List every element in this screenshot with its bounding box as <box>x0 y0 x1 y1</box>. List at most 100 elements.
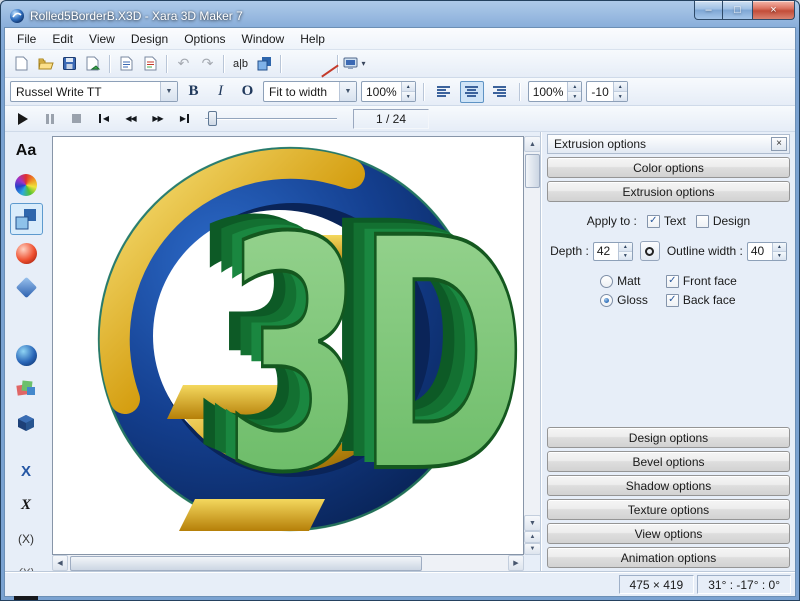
menu-item-options[interactable]: Options <box>176 29 233 49</box>
style-preset-2[interactable]: X <box>10 489 43 521</box>
stop-button[interactable] <box>64 109 89 129</box>
first-frame-button[interactable]: ◀ <box>91 109 116 129</box>
scroll-up-button[interactable]: ▲ <box>524 136 541 152</box>
depth-spinner[interactable]: 42 ▲ ▼ <box>593 242 633 261</box>
spin-up-button[interactable]: ▲ <box>568 82 581 91</box>
menu-item-help[interactable]: Help <box>292 29 333 49</box>
spin-down-button[interactable]: ▼ <box>773 251 786 260</box>
previous-frame-button[interactable]: ◀◀ <box>118 109 143 129</box>
frame-slider-thumb[interactable] <box>208 111 217 126</box>
extrusion-options-button[interactable]: Extrusion options <box>547 181 790 202</box>
align-center-button[interactable] <box>460 81 484 103</box>
font-family-select[interactable]: Russel Write TT ▼ <box>10 81 178 102</box>
tool-bevel-options[interactable] <box>10 237 43 269</box>
tool-texture-options[interactable] <box>10 373 43 405</box>
open-button[interactable] <box>34 52 57 76</box>
frame-slider-track[interactable] <box>205 118 337 120</box>
menu-item-file[interactable]: File <box>9 29 44 49</box>
canvas-step-down-button[interactable]: ▼ <box>524 543 541 555</box>
scroll-right-button[interactable]: ▶ <box>508 555 524 571</box>
design-checkbox[interactable] <box>696 215 709 228</box>
menu-item-edit[interactable]: Edit <box>44 29 81 49</box>
minimize-button[interactable]: – <box>694 1 723 20</box>
spin-up-button[interactable]: ▲ <box>619 243 632 251</box>
lighting-off-button[interactable] <box>310 52 333 76</box>
tool-animation-options[interactable] <box>10 407 43 439</box>
spin-down-button[interactable]: ▼ <box>402 91 415 101</box>
menu-item-view[interactable]: View <box>81 29 123 49</box>
animation-options-button[interactable]: Animation options <box>547 547 790 568</box>
spin-up-button[interactable]: ▲ <box>402 82 415 91</box>
export-button[interactable] <box>82 52 105 76</box>
shadow-options-button[interactable]: Shadow options <box>547 475 790 496</box>
horizontal-scrollbar[interactable]: ◀ ▶ <box>52 555 524 572</box>
back-face-checkbox[interactable]: ✓ <box>666 294 679 307</box>
design-options-button[interactable]: Design options <box>547 427 790 448</box>
texture-options-button[interactable]: Texture options <box>547 499 790 520</box>
tool-view-options[interactable] <box>10 339 43 371</box>
export-text-button[interactable] <box>139 52 162 76</box>
close-button[interactable]: × <box>752 1 795 20</box>
undo-button[interactable]: ↶ <box>172 52 195 76</box>
display-button[interactable]: ▾ <box>343 52 366 76</box>
panel-spacer <box>547 307 790 424</box>
style-preset-1[interactable]: X <box>10 455 43 487</box>
vertical-scrollbar[interactable]: ▲ ▼ ▲ ▼ <box>524 136 541 555</box>
text-checkbox[interactable]: ✓ <box>647 215 660 228</box>
import-text-button[interactable] <box>115 52 138 76</box>
front-face-checkbox[interactable]: ✓ <box>666 275 679 288</box>
outline-mode-button[interactable] <box>640 241 660 261</box>
tool-lighting-options[interactable] <box>10 305 43 337</box>
canvas-step-up-button[interactable]: ▲ <box>524 531 541 543</box>
italic-button[interactable]: I <box>209 81 232 103</box>
align-left-button[interactable] <box>432 81 456 103</box>
tool-text-options[interactable]: Aa <box>10 135 43 167</box>
extrude-toggle-button[interactable] <box>253 52 276 76</box>
vertical-scroll-thumb[interactable] <box>525 154 540 188</box>
spin-down-button[interactable]: ▼ <box>614 91 627 101</box>
aspect-ratio-spinner[interactable]: 100% ▲ ▼ <box>528 81 583 102</box>
outline-width-spinner[interactable]: 40 ▲ ▼ <box>747 242 787 261</box>
menu-item-design[interactable]: Design <box>123 29 176 49</box>
new-button[interactable] <box>10 52 33 76</box>
pause-button[interactable] <box>37 109 62 129</box>
style-preset-3[interactable]: (X) <box>10 523 43 555</box>
vertical-scroll-track[interactable] <box>524 152 541 515</box>
menu-item-window[interactable]: Window <box>234 29 293 49</box>
app-icon <box>9 8 25 24</box>
redo-button[interactable]: ↷ <box>196 52 219 76</box>
edit-text-button[interactable]: a|b <box>229 52 252 76</box>
view-options-button[interactable]: View options <box>547 523 790 544</box>
bold-button[interactable]: B <box>182 81 205 103</box>
frame-slider[interactable] <box>205 109 337 129</box>
align-right-button[interactable] <box>488 81 512 103</box>
last-frame-button[interactable]: ▶ <box>172 109 197 129</box>
outline-button[interactable]: O <box>236 81 259 103</box>
fit-mode-select[interactable]: Fit to width ▼ <box>263 81 357 102</box>
tool-extrusion-options[interactable] <box>10 203 43 235</box>
play-button[interactable] <box>10 109 35 129</box>
next-frame-button[interactable]: ▶▶ <box>145 109 170 129</box>
scroll-down-button[interactable]: ▼ <box>524 515 541 531</box>
color-options-button[interactable]: Color options <box>547 157 790 178</box>
tool-color-options[interactable] <box>10 169 43 201</box>
design-canvas[interactable]: 3D 3D 3D 3D <box>52 136 524 555</box>
gloss-radio[interactable] <box>600 294 613 307</box>
spin-up-button[interactable]: ▲ <box>773 243 786 251</box>
horizontal-scroll-thumb[interactable] <box>70 556 422 571</box>
save-button[interactable] <box>58 52 81 76</box>
matt-radio[interactable] <box>600 275 613 288</box>
title-bar[interactable]: Rolled5BorderB.X3D - Xara 3D Maker 7 – □… <box>4 1 796 27</box>
spin-down-button[interactable]: ▼ <box>619 251 632 260</box>
horizontal-scroll-track[interactable] <box>68 555 508 572</box>
lighting-button[interactable] <box>286 52 309 76</box>
spin-up-button[interactable]: ▲ <box>614 82 627 91</box>
scroll-left-button[interactable]: ◀ <box>52 555 68 571</box>
maximize-button[interactable]: □ <box>723 1 752 20</box>
bevel-options-button[interactable]: Bevel options <box>547 451 790 472</box>
panel-close-button[interactable]: × <box>771 137 787 151</box>
font-size-spinner[interactable]: 100% ▲ ▼ <box>361 81 416 102</box>
tracking-spinner[interactable]: -10 ▲ ▼ <box>586 81 627 102</box>
spin-down-button[interactable]: ▼ <box>568 91 581 101</box>
tool-shadow-options[interactable] <box>10 271 43 303</box>
